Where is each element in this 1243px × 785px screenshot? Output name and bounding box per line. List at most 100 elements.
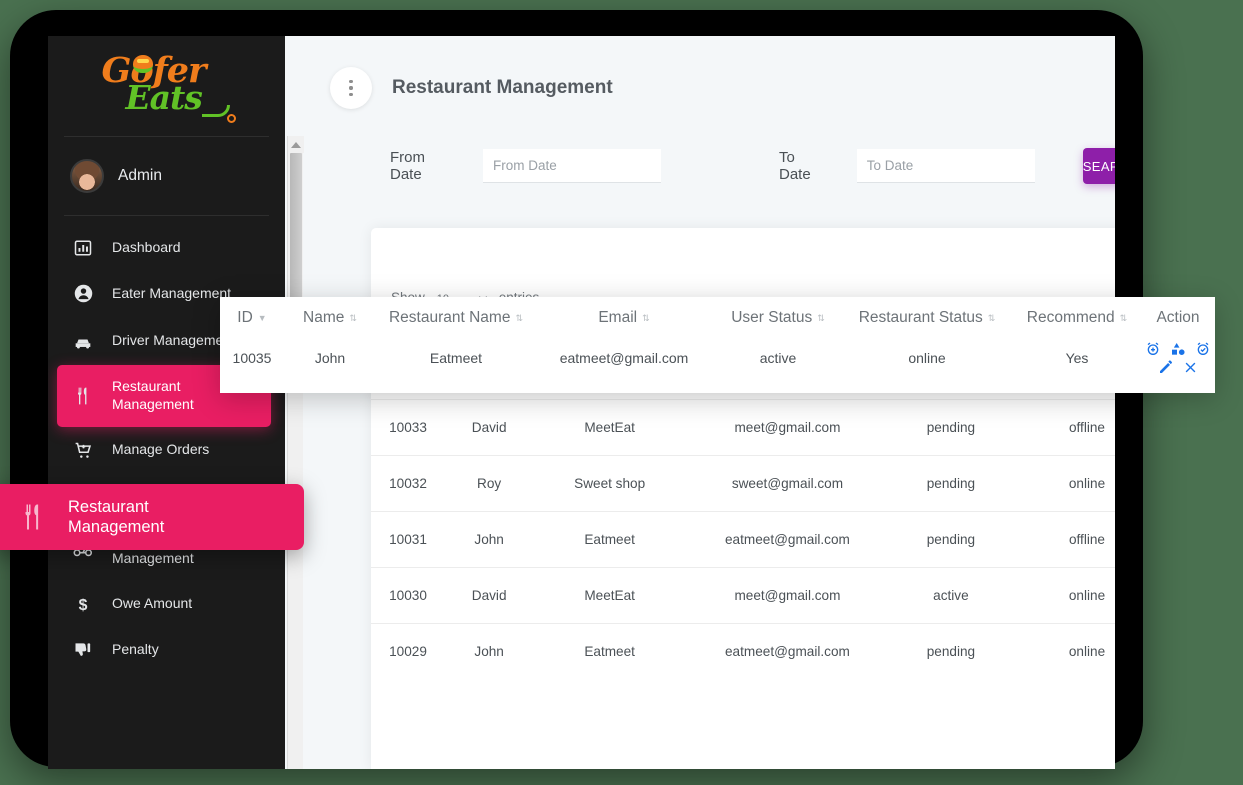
sidebar-item-manage-orders[interactable]: Manage Orders xyxy=(48,427,285,474)
sort-icon: ⇅ xyxy=(1120,314,1128,322)
cell-restaurant: Eatmeet xyxy=(533,512,686,568)
restaurant-management-tooltip[interactable]: Restaurant Management xyxy=(0,484,304,550)
scroll-up-arrow-icon[interactable] xyxy=(288,136,304,153)
sidebar-item-label: Manage Orders xyxy=(112,441,209,459)
cell-email: eatmeet@gmail.com xyxy=(686,624,889,680)
tooltip-label: Restaurant Management xyxy=(68,497,164,538)
car-icon xyxy=(72,330,94,352)
cell-restaurant-status: offline xyxy=(1013,512,1115,568)
table-row[interactable]: 10033 David MeetEat meet@gmail.com pendi… xyxy=(371,400,1115,456)
sidebar-item-label: Eater Management xyxy=(112,285,231,303)
brand-logo[interactable]: Gofer Eats xyxy=(48,36,285,136)
zoomed-row-overlay: ID▼ Name⇅ Restaurant Name⇅ Email⇅ User S… xyxy=(220,297,1215,393)
cell-email: meet@gmail.com xyxy=(686,568,889,624)
person-icon xyxy=(72,283,94,304)
overlay-data-row[interactable]: 10035 John Eatmeet eatmeet@gmail.com act… xyxy=(220,327,1215,375)
avatar xyxy=(70,159,104,193)
overlay-column-header-action: Action xyxy=(1144,309,1212,327)
brand-logo-text-secondary: Eats xyxy=(126,81,202,114)
overlay-cell-name: John xyxy=(284,350,376,366)
cell-name: David xyxy=(445,568,533,624)
search-button[interactable]: SEARCH xyxy=(1083,148,1115,184)
overlay-header-row: ID▼ Name⇅ Restaurant Name⇅ Email⇅ User S… xyxy=(220,297,1215,327)
sidebar-item-dashboard[interactable]: Dashboard xyxy=(48,226,285,270)
dollar-icon: $ xyxy=(72,594,94,614)
svg-text:$: $ xyxy=(79,596,88,613)
to-date-label: To Date xyxy=(779,149,811,183)
edit-pencil-icon[interactable] xyxy=(1158,359,1174,375)
thumbs-down-icon xyxy=(72,640,94,660)
bar-chart-icon xyxy=(72,239,94,257)
overlay-cell-email: eatmeet@gmail.com xyxy=(536,350,712,366)
sidebar-item-label: Penalty xyxy=(112,641,159,659)
sort-desc-icon: ▼ xyxy=(258,314,267,322)
tooltip-line-1: Restaurant xyxy=(68,498,149,516)
cell-user-status: pending xyxy=(889,456,1013,512)
cell-email: meet@gmail.com xyxy=(686,400,889,456)
cell-restaurant-status: online xyxy=(1013,456,1115,512)
overlay-column-header-name[interactable]: Name⇅ xyxy=(284,309,376,327)
cell-restaurant: Eatmeet xyxy=(533,624,686,680)
from-date-label: From Date xyxy=(390,149,425,183)
dot-decoration-icon xyxy=(227,114,236,123)
app-screen: Gofer Eats Admin xyxy=(48,36,1115,769)
cell-restaurant: Sweet shop xyxy=(533,456,686,512)
column-label: Email xyxy=(598,309,637,326)
cutlery-icon xyxy=(18,502,48,532)
profile-block[interactable]: Admin xyxy=(48,137,285,215)
cell-name: John xyxy=(445,512,533,568)
cutlery-icon xyxy=(72,386,94,406)
shapes-icon[interactable] xyxy=(1170,341,1186,357)
sidebar-item-label: Dashboard xyxy=(112,239,181,257)
overlay-column-header-restaurant-status[interactable]: Restaurant Status⇅ xyxy=(844,309,1010,327)
alarm-check-icon[interactable] xyxy=(1195,341,1211,357)
cart-icon xyxy=(72,440,94,461)
sidebar-item-penalty[interactable]: Penalty xyxy=(48,627,285,673)
table-row[interactable]: 10032 Roy Sweet shop sweet@gmail.com pen… xyxy=(371,456,1115,512)
overlay-column-header-email[interactable]: Email ⇅ xyxy=(536,309,712,327)
column-label: User Status xyxy=(731,309,812,326)
column-label: ID xyxy=(237,309,253,326)
overlay-column-header-user-status[interactable]: User Status⇅ xyxy=(712,309,844,327)
table-row[interactable]: 10029 John Eatmeet eatmeet@gmail.com pen… xyxy=(371,624,1115,680)
cell-id: 10029 xyxy=(371,624,445,680)
to-date-input[interactable] xyxy=(857,149,1035,183)
sidebar: Gofer Eats Admin xyxy=(48,36,285,769)
overlay-cell-restaurant-status: online xyxy=(844,350,1010,366)
overlay-column-header-restaurant-name[interactable]: Restaurant Name⇅ xyxy=(376,309,536,327)
cell-name: Roy xyxy=(445,456,533,512)
cell-restaurant-status: offline xyxy=(1013,400,1115,456)
sort-icon: ⇅ xyxy=(515,314,523,322)
cell-user-status: pending xyxy=(889,624,1013,680)
table-row[interactable]: 10031 John Eatmeet eatmeet@gmail.com pen… xyxy=(371,512,1115,568)
cell-user-status: pending xyxy=(889,400,1013,456)
cell-restaurant-status: online xyxy=(1013,568,1115,624)
overlay-cell-user-status: active xyxy=(712,350,844,366)
topbar: Restaurant Management xyxy=(304,36,1115,120)
column-label: Recommend xyxy=(1027,309,1115,326)
sidebar-item-label: Driver Management xyxy=(112,332,235,350)
show-entries-control: Show 10 entries xyxy=(371,228,1115,307)
sidebar-nav: Dashboard Eater Management xyxy=(48,216,285,673)
alarm-plus-icon[interactable] xyxy=(1145,341,1161,357)
burger-icon xyxy=(133,55,153,73)
table-body: 10035 John Eatmeet eatmeet@gmail.com act… xyxy=(371,344,1115,680)
tooltip-line-2: Management xyxy=(68,518,164,536)
sort-icon: ⇅ xyxy=(642,314,650,322)
overlay-cell-action xyxy=(1144,341,1212,375)
page-title: Restaurant Management xyxy=(392,77,613,99)
close-x-icon[interactable] xyxy=(1183,360,1198,375)
table-row[interactable]: 10030 David MeetEat meet@gmail.com activ… xyxy=(371,568,1115,624)
sidebar-item-owe-amount[interactable]: $ Owe Amount xyxy=(48,581,285,627)
cell-id: 10032 xyxy=(371,456,445,512)
cell-email: sweet@gmail.com xyxy=(686,456,889,512)
overlay-column-header-recommend[interactable]: Recommend ⇅ xyxy=(1010,309,1144,327)
cell-restaurant-status: online xyxy=(1013,624,1115,680)
kebab-menu-icon[interactable] xyxy=(330,67,372,109)
sidebar-scrollbar[interactable] xyxy=(287,136,303,769)
cell-user-status: active xyxy=(889,568,1013,624)
column-label: Name xyxy=(303,309,344,326)
from-date-input[interactable] xyxy=(483,149,661,183)
overlay-column-header-id[interactable]: ID ▼ xyxy=(220,309,284,327)
overlay-cell-recommend[interactable]: Yes xyxy=(1010,350,1144,366)
